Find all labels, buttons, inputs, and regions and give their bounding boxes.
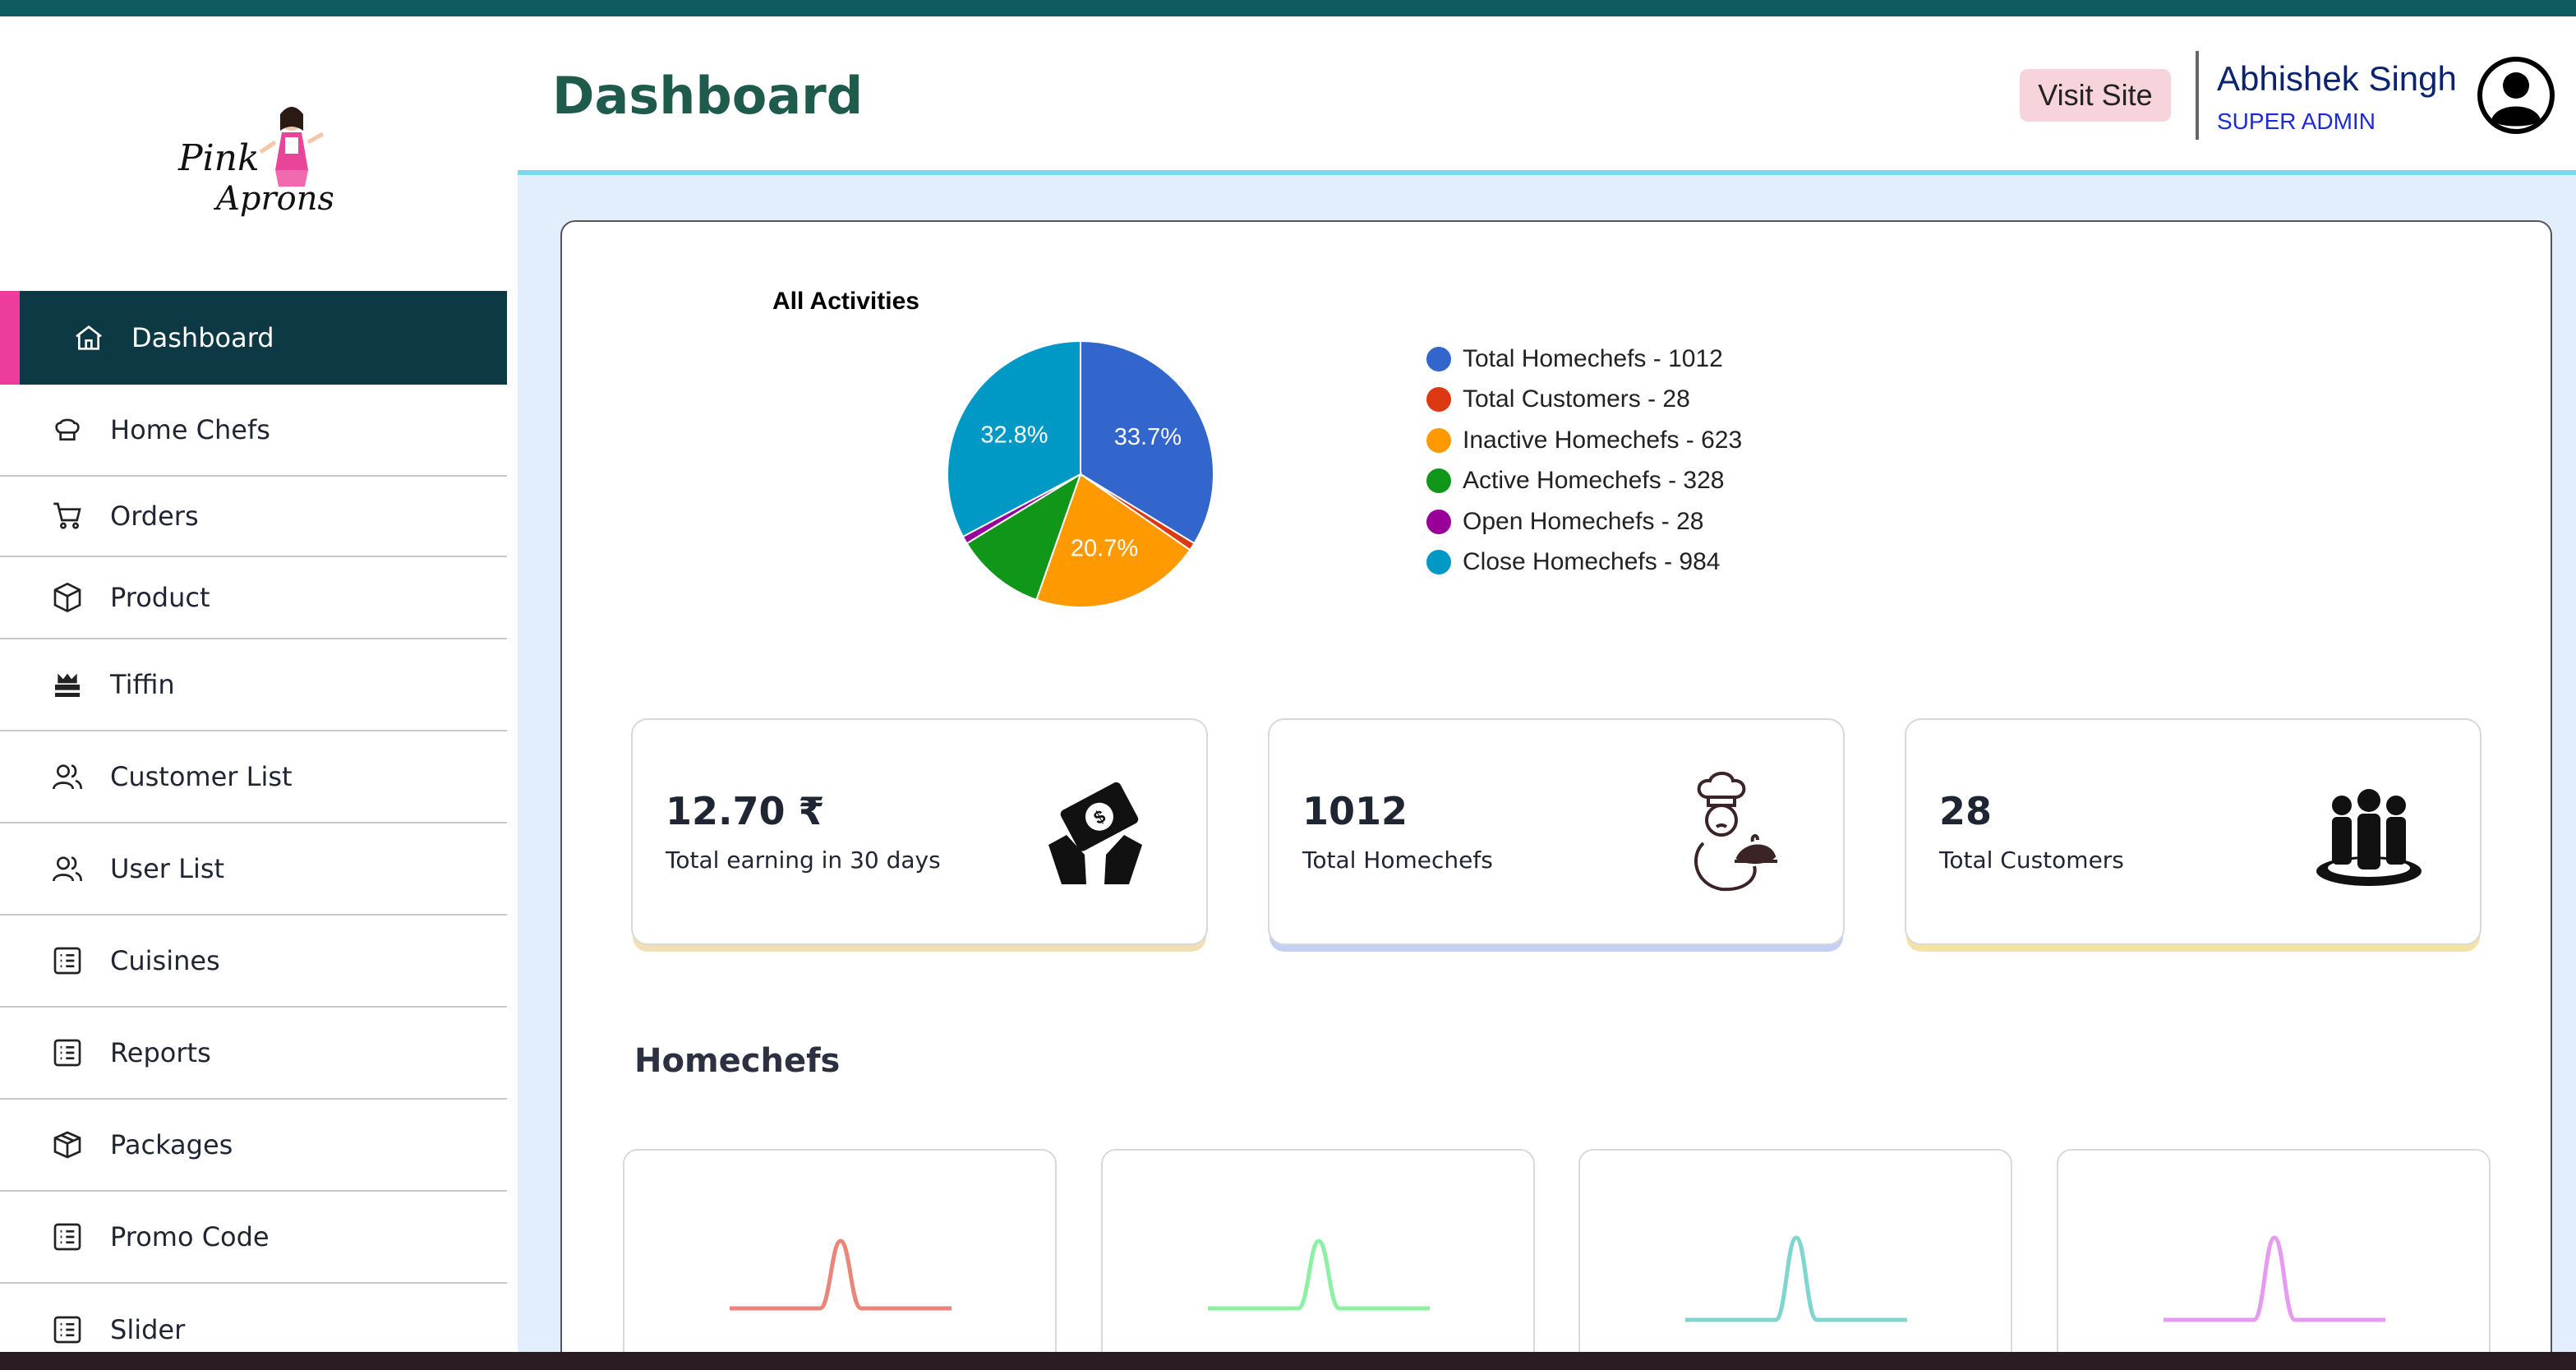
visit-site-button[interactable]: Visit Site — [2020, 69, 2171, 122]
sidebar-nav: Dashboard Home Chefs Orders Product Tiff… — [0, 291, 507, 1370]
sidebar-item-label: Home Chefs — [110, 414, 270, 445]
sidebar-item-label: Packages — [110, 1129, 233, 1160]
legend-label: Active Homechefs - 328 — [1463, 467, 1725, 495]
sidebar-item-dashboard[interactable]: Dashboard — [0, 291, 507, 385]
legend-label: Open Homechefs - 28 — [1463, 507, 1704, 535]
stat-value: 28 — [1939, 789, 1993, 833]
sidebar-item-label: Dashboard — [131, 322, 274, 353]
stat-card-homechefs[interactable]: 1012 Total Homechefs — [1268, 718, 1845, 945]
homechefs-section-title: Homechefs — [634, 1042, 841, 1080]
sidebar-item-promo-code[interactable]: Promo Code — [0, 1192, 507, 1284]
legend-dot — [1426, 550, 1451, 575]
logo[interactable]: Pink Aprons — [168, 95, 334, 234]
sidebar-item-tiffin[interactable]: Tiffin — [0, 639, 507, 731]
sidebar-item-label: Product — [110, 582, 210, 613]
chart-legend: Total Homechefs - 1012 Total Customers -… — [1426, 339, 1742, 583]
list-icon — [51, 1220, 84, 1253]
sidebar-item-orders[interactable]: Orders — [0, 477, 507, 557]
top-accent-bar — [0, 0, 2576, 16]
homechef-mini-card[interactable] — [2057, 1149, 2491, 1370]
user-circle-icon[interactable] — [2477, 56, 2555, 135]
pie-slice-label: 20.7% — [1071, 535, 1138, 561]
pie-slice-label: 33.7% — [1114, 424, 1182, 450]
legend-item: Total Customers - 28 — [1426, 380, 1742, 421]
legend-label: Inactive Homechefs - 623 — [1463, 426, 1743, 454]
sidebar: Pink Aprons Dashboard Home Chefs Orders — [0, 16, 518, 1352]
sidebar-item-customer-list[interactable]: Customer List — [0, 731, 507, 823]
cart-icon — [51, 500, 84, 533]
legend-dot — [1426, 346, 1451, 371]
svg-text:Aprons: Aprons — [213, 180, 333, 218]
sidebar-item-reports[interactable]: Reports — [0, 1008, 507, 1100]
sidebar-item-label: Cuisines — [110, 945, 220, 976]
homechef-sparkline — [1685, 1235, 1907, 1322]
list-icon — [51, 1036, 84, 1069]
header-divider — [2196, 51, 2199, 140]
legend-dot — [1426, 427, 1451, 453]
sidebar-item-label: Orders — [110, 500, 199, 532]
legend-dot — [1426, 509, 1451, 534]
stat-value: 12.70 ₹ — [666, 789, 825, 833]
money-hand-icon: $ — [1042, 769, 1149, 893]
activities-pie-chart: 33.7% 20.7% 32.8% — [947, 339, 1214, 608]
homechef-sparkline — [730, 1239, 952, 1311]
list-icon — [51, 1313, 84, 1346]
legend-item: Open Homechefs - 28 — [1426, 501, 1742, 542]
stat-card-earnings[interactable]: 12.70 ₹ Total earning in 30 days $ — [631, 718, 1208, 945]
sidebar-item-cuisines[interactable]: Cuisines — [0, 916, 507, 1008]
tiffin-icon — [51, 668, 84, 701]
stat-label: Total Homechefs — [1302, 846, 1493, 874]
legend-item: Total Homechefs - 1012 — [1426, 339, 1742, 380]
sidebar-item-label: Reports — [110, 1037, 211, 1068]
users-icon — [51, 760, 84, 793]
chef-icon — [1679, 769, 1786, 893]
homechef-sparkline — [1208, 1239, 1430, 1311]
legend-item: Close Homechefs - 984 — [1426, 542, 1742, 584]
sidebar-item-home-chefs[interactable]: Home Chefs — [0, 385, 507, 477]
legend-item: Active Homechefs - 328 — [1426, 461, 1742, 502]
box-icon — [51, 581, 84, 614]
sidebar-item-label: User List — [110, 853, 225, 884]
sidebar-item-product[interactable]: Product — [0, 557, 507, 639]
sidebar-item-label: Slider — [110, 1314, 186, 1345]
pie-slice-label: 32.8% — [980, 422, 1048, 449]
homechef-mini-card[interactable] — [1101, 1149, 1535, 1370]
user-name: Abhishek Singh — [2217, 59, 2457, 98]
stat-label: Total Customers — [1939, 846, 2124, 874]
os-taskbar — [0, 1352, 2576, 1370]
legend-dot — [1426, 468, 1451, 494]
users-icon — [51, 852, 84, 885]
stat-label: Total earning in 30 days — [666, 846, 941, 874]
page-title: Dashboard — [552, 66, 864, 126]
chef-hat-icon — [51, 413, 84, 446]
homechef-mini-card[interactable] — [623, 1149, 1057, 1370]
legend-label: Total Homechefs - 1012 — [1463, 344, 1723, 372]
list-icon — [51, 944, 84, 977]
stat-card-customers[interactable]: 28 Total Customers — [1905, 718, 2482, 945]
user-role: SUPER ADMIN — [2217, 108, 2376, 134]
package-icon — [51, 1128, 84, 1161]
homechef-mini-card[interactable] — [1578, 1149, 2012, 1370]
legend-label: Close Homechefs - 984 — [1463, 548, 1721, 576]
stat-value: 1012 — [1302, 789, 1408, 833]
sidebar-item-label: Promo Code — [110, 1221, 270, 1252]
sidebar-item-label: Customer List — [110, 761, 293, 792]
sidebar-item-label: Tiffin — [110, 669, 175, 700]
home-icon — [72, 321, 105, 354]
homechef-sparkline — [2164, 1235, 2385, 1322]
chart-title: All Activities — [772, 288, 919, 315]
sidebar-item-packages[interactable]: Packages — [0, 1100, 507, 1192]
legend-item: Inactive Homechefs - 623 — [1426, 420, 1742, 461]
people-group-icon — [2316, 769, 2422, 893]
svg-text:Pink: Pink — [177, 137, 260, 179]
legend-label: Total Customers - 28 — [1463, 385, 1690, 413]
sidebar-item-user-list[interactable]: User List — [0, 823, 507, 916]
legend-dot — [1426, 387, 1451, 413]
